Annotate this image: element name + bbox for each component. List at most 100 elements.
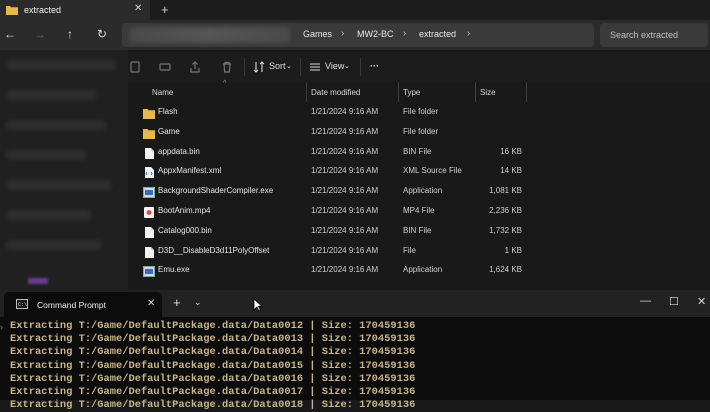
terminal-line: Extracting T:/Game/DefaultPackage.data/D…: [10, 333, 416, 346]
chevron-right-icon: ›: [403, 28, 407, 39]
column-header-type[interactable]: Type: [403, 88, 420, 97]
forward-arrow-icon[interactable]: →: [32, 26, 48, 42]
column-header-row: ^ Name Date modified Type Size: [131, 80, 710, 102]
folder-icon: [143, 126, 155, 139]
sort-icon[interactable]: [252, 60, 266, 74]
terminal-tab-label: Command Prompt: [37, 300, 106, 310]
file-date: 1/21/2024 9:16 AM: [311, 206, 379, 215]
file-type: File folder: [403, 126, 439, 136]
terminal-output: Extracting T:/Game/DefaultPackage.data/D…: [10, 320, 415, 412]
file-type: Application: [403, 186, 443, 196]
copy-icon[interactable]: [128, 60, 142, 74]
explorer-tab-bar: extracted ✕ +: [0, 0, 710, 20]
file-row[interactable]: appdata.bin 1/21/2024 9:16 AM BIN File 16 K…: [131, 142, 710, 162]
file-row[interactable]: BackgroundShaderCompiler.exe 1/21/2024 9:…: [131, 181, 710, 201]
maximize-icon[interactable]: ☐: [669, 295, 679, 308]
explorer-tab[interactable]: extracted ✕: [0, 0, 150, 20]
column-header-name[interactable]: Name: [152, 88, 173, 97]
command-prompt-window: C:\ Command Prompt ✕ + ⌄ — ☐ ✕ › Extract…: [0, 290, 710, 411]
rename-icon[interactable]: [158, 60, 172, 74]
file-name: Catalog000.bin: [158, 225, 212, 235]
close-window-icon[interactable]: ✕: [697, 295, 706, 308]
column-header-date[interactable]: Date modified: [311, 88, 360, 97]
file-date: 1/21/2024 9:16 AM: [311, 166, 379, 176]
breadcrumb-games[interactable]: Games: [303, 29, 332, 39]
file-date: 1/21/2024 9:16 AM: [311, 265, 379, 275]
view-button[interactable]: View: [325, 61, 344, 71]
file-type: MP4 File: [403, 206, 435, 215]
chevron-down-icon: ⌄: [286, 63, 292, 70]
file-size: 1,732 KB: [489, 225, 522, 235]
file-date: 1/21/2024 9:16 AM: [311, 186, 379, 196]
breadcrumb-extracted[interactable]: extracted: [419, 29, 456, 39]
close-icon[interactable]: ✕: [134, 3, 142, 14]
search-placeholder: Search extracted: [610, 30, 679, 40]
sort-button[interactable]: Sort: [269, 61, 286, 71]
file-name: BootAnim.mp4: [158, 206, 211, 215]
file-name: BackgroundShaderCompiler.exe: [158, 186, 274, 196]
minimize-icon[interactable]: —: [640, 295, 651, 307]
delete-icon[interactable]: [220, 60, 234, 74]
file-date: 1/21/2024 9:16 AM: [311, 107, 379, 116]
address-bar[interactable]: Games › MW2-BC › extracted ›: [122, 23, 594, 47]
file-list: ^ Name Date modified Type Size Flash 1/21…: [131, 80, 710, 290]
file-type: BIN File: [403, 225, 432, 235]
navigation-pane: [0, 50, 128, 290]
file-name: Flash: [158, 107, 178, 116]
file-icon: [143, 146, 155, 159]
file-type: BIN File: [403, 146, 432, 156]
chevron-right-icon: ›: [467, 28, 471, 39]
file-name: Emu.exe: [158, 265, 190, 275]
file-row[interactable]: Game 1/21/2024 9:16 AM File folder: [131, 122, 710, 142]
xml-file-icon: [143, 165, 155, 179]
file-size: 1,624 KB: [489, 265, 522, 275]
file-size: 2,236 KB: [489, 206, 522, 215]
file-row[interactable]: Catalog000.bin 1/21/2024 9:16 AM BIN File 1…: [131, 221, 710, 241]
exe-icon: [143, 264, 155, 278]
file-date: 1/21/2024 9:16 AM: [311, 245, 379, 255]
exe-icon: [143, 185, 155, 199]
terminal-line: Extracting T:/Game/DefaultPackage.data/D…: [10, 359, 416, 372]
file-date: 1/21/2024 9:16 AM: [311, 146, 379, 156]
chevron-down-icon[interactable]: ⌄: [194, 297, 202, 308]
breadcrumb-mw2-bc[interactable]: MW2-BC: [357, 29, 394, 39]
more-options-button[interactable]: ···: [370, 61, 379, 71]
file-type: Application: [403, 265, 443, 275]
file-row[interactable]: BootAnim.mp4 1/21/2024 9:16 AM MP4 File 2,2…: [131, 201, 710, 221]
sort-caret-icon: ^: [223, 80, 227, 87]
share-icon[interactable]: [188, 60, 202, 74]
close-icon[interactable]: ✕: [147, 298, 155, 309]
back-arrow-icon[interactable]: ←: [2, 26, 18, 42]
file-row[interactable]: Emu.exe 1/21/2024 9:16 AM Application 1,624…: [131, 260, 710, 280]
file-row[interactable]: AppxManifest.xml 1/21/2024 9:16 AM XML Sou…: [131, 161, 710, 181]
file-size: 1 KB: [504, 245, 522, 255]
column-header-size[interactable]: Size: [480, 88, 496, 97]
explorer-tab-label: extracted: [24, 5, 62, 15]
command-prompt-icon: C:\: [16, 299, 28, 309]
search-box[interactable]: Search extracted: [600, 23, 708, 47]
file-row[interactable]: Flash 1/21/2024 9:16 AM File folder: [131, 102, 710, 122]
file-type: File: [403, 245, 416, 255]
file-icon: [143, 245, 155, 258]
blurred-item: [28, 278, 48, 284]
video-file-icon: [143, 205, 155, 218]
terminal-line: Extracting T:/Game/DefaultPackage.data/D…: [10, 346, 416, 359]
mouse-cursor-icon: [253, 298, 263, 312]
view-icon[interactable]: [308, 60, 322, 74]
refresh-icon[interactable]: ↻: [94, 26, 110, 42]
file-row[interactable]: D3D__DisableD3d11PolyOffset 1/21/2024 9:1…: [131, 241, 710, 261]
file-size: 1,081 KB: [489, 186, 522, 196]
file-date: 1/21/2024 9:16 AM: [311, 225, 379, 235]
new-tab-button[interactable]: +: [173, 295, 181, 310]
up-arrow-icon[interactable]: ↑: [62, 26, 78, 42]
file-size: 16 KB: [500, 146, 522, 156]
file-name: appdata.bin: [158, 146, 200, 156]
add-tab-button[interactable]: +: [161, 2, 169, 17]
file-name: D3D__DisableD3d11PolyOffset: [158, 245, 270, 255]
terminal-tab[interactable]: C:\ Command Prompt ✕: [4, 292, 162, 317]
address-bar-row: ← → ↑ ↻ Games › MW2-BC › extracted › Sea…: [0, 20, 710, 50]
file-type: XML Source File: [403, 166, 462, 176]
file-size: 14 KB: [500, 166, 522, 176]
blurred-path: [130, 27, 290, 43]
terminal-line: Extracting T:/Game/DefaultPackage.data/D…: [10, 372, 416, 385]
